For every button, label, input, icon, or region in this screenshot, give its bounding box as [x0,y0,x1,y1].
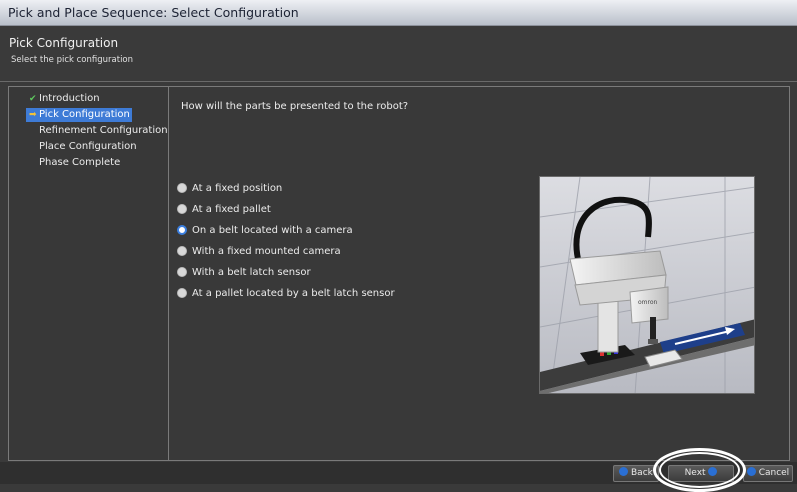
wizard-frame: ✔ Introduction ➡ Pick Configuration Refine… [8,86,790,461]
radio-button[interactable] [177,204,187,214]
cancel-icon [746,467,756,476]
back-button[interactable]: Back [613,465,659,482]
arrow-right-icon: ➡ [29,110,37,120]
robot-illustration: omron [539,176,755,394]
back-label: Back [631,468,653,478]
option-fixed-mounted-camera[interactable]: With a fixed mounted camera [177,243,341,259]
option-belt-camera[interactable]: On a belt located with a camera [177,222,353,238]
cancel-button[interactable]: Cancel [743,465,793,482]
step-pick-configuration[interactable]: ➡ Pick Configuration [26,108,132,122]
option-label: At a fixed pallet [192,203,271,215]
step-phase-complete[interactable]: Phase Complete [29,156,120,170]
back-arrow-icon [619,467,629,476]
window-title: Pick and Place Sequence: Select Configur… [0,0,797,26]
main-content: How will the parts be presented to the r… [169,87,789,460]
option-label: At a pallet located by a belt latch sens… [192,287,395,299]
step-place-configuration[interactable]: Place Configuration [29,140,137,154]
option-label: On a belt located with a camera [192,224,353,236]
steps-sidebar: ✔ Introduction ➡ Pick Configuration Refine… [9,87,169,460]
robot-brand-label: omron [638,299,658,306]
option-label: With a belt latch sensor [192,266,311,278]
step-introduction[interactable]: ✔ Introduction [29,92,100,106]
radio-button[interactable] [177,288,187,298]
radio-button[interactable] [177,183,187,193]
radio-button[interactable] [177,246,187,256]
cancel-label: Cancel [758,468,790,478]
step-label: Introduction [39,93,100,104]
step-label: Refinement Configuration [39,125,168,136]
question-text: How will the parts be presented to the r… [181,101,409,112]
option-label: At a fixed position [192,182,283,194]
radio-button[interactable] [177,267,187,277]
step-label: Pick Configuration [39,109,130,120]
option-fixed-pallet[interactable]: At a fixed pallet [177,201,271,217]
next-highlight-ring-inner [659,452,740,488]
option-label: With a fixed mounted camera [192,245,341,257]
step-label: Phase Complete [39,157,121,168]
check-icon: ✔ [29,94,37,104]
step-label: Place Configuration [39,141,137,152]
option-fixed-position[interactable]: At a fixed position [177,180,282,196]
page-title: Pick Configuration [9,36,119,50]
option-belt-latch-sensor[interactable]: With a belt latch sensor [177,264,311,280]
page-header: Pick Configuration Select the pick confi… [0,27,797,82]
scara-robot-image: omron [540,177,754,393]
option-pallet-belt-latch[interactable]: At a pallet located by a belt latch sens… [177,285,395,301]
step-refinement-configuration[interactable]: Refinement Configuration [29,124,168,138]
page-subtitle: Select the pick configuration [11,55,134,65]
radio-button-selected[interactable] [177,225,187,235]
